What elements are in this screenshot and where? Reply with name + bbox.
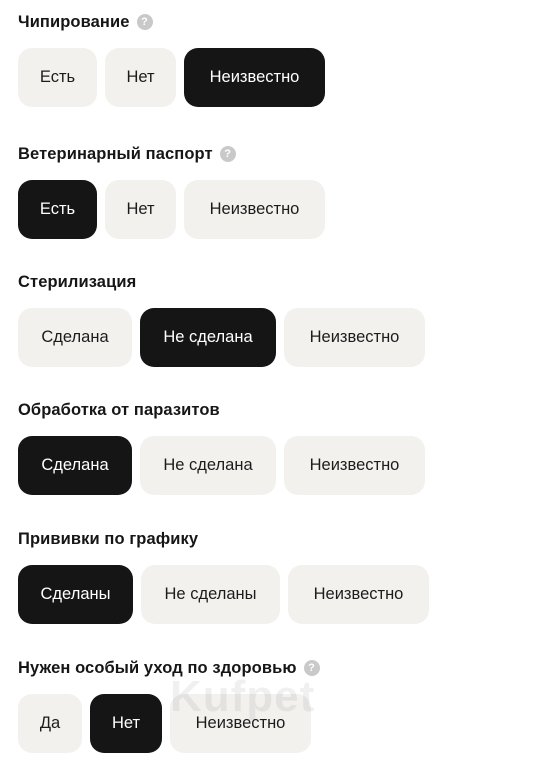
option-button-selected[interactable]: Есть bbox=[18, 180, 97, 239]
section-title-row: Прививки по графику bbox=[18, 527, 429, 551]
option-button[interactable]: Нет bbox=[105, 48, 176, 107]
section-title-row: Чипирование ? bbox=[18, 10, 325, 34]
section-title: Нужен особый уход по здоровью bbox=[18, 658, 297, 677]
option-button-selected[interactable]: Не сделана bbox=[140, 308, 276, 367]
option-button[interactable]: Неизвестно bbox=[184, 180, 325, 239]
section-title-row: Обработка от паразитов bbox=[18, 398, 425, 422]
option-group: Сделаны Не сделаны Неизвестно bbox=[18, 565, 429, 624]
section-title-row: Стерилизация bbox=[18, 270, 425, 294]
option-group: Да Нет Неизвестно bbox=[18, 694, 320, 753]
question-circle-icon[interactable]: ? bbox=[136, 14, 153, 30]
option-group: Сделана Не сделана Неизвестно bbox=[18, 436, 425, 495]
option-group: Есть Нет Неизвестно bbox=[18, 48, 325, 107]
option-group: Сделана Не сделана Неизвестно bbox=[18, 308, 425, 367]
option-button[interactable]: Неизвестно bbox=[170, 694, 311, 753]
option-button-selected[interactable]: Неизвестно bbox=[184, 48, 325, 107]
option-button-selected[interactable]: Нет bbox=[90, 694, 162, 753]
option-button-selected[interactable]: Сделана bbox=[18, 436, 132, 495]
question-circle-icon[interactable]: ? bbox=[219, 146, 236, 162]
option-button[interactable]: Неизвестно bbox=[288, 565, 429, 624]
section-title: Чипирование bbox=[18, 12, 130, 31]
section-special-care: Нужен особый уход по здоровью ? Да Нет Н… bbox=[18, 656, 320, 753]
option-button[interactable]: Не сделана bbox=[140, 436, 276, 495]
option-button[interactable]: Не сделаны bbox=[141, 565, 280, 624]
section-title-row: Нужен особый уход по здоровью ? bbox=[18, 656, 320, 680]
option-button[interactable]: Есть bbox=[18, 48, 97, 107]
section-title: Ветеринарный паспорт bbox=[18, 144, 213, 163]
option-button[interactable]: Сделана bbox=[18, 308, 132, 367]
section-sterilization: Стерилизация Сделана Не сделана Неизвест… bbox=[18, 270, 425, 367]
section-vet-passport: Ветеринарный паспорт ? Есть Нет Неизвест… bbox=[18, 142, 325, 239]
option-group: Есть Нет Неизвестно bbox=[18, 180, 325, 239]
section-chipping: Чипирование ? Есть Нет Неизвестно bbox=[18, 10, 325, 107]
section-title: Прививки по графику bbox=[18, 529, 199, 548]
option-button[interactable]: Неизвестно bbox=[284, 436, 425, 495]
section-title: Стерилизация bbox=[18, 272, 137, 291]
section-title-row: Ветеринарный паспорт ? bbox=[18, 142, 325, 166]
section-vaccinations: Прививки по графику Сделаны Не сделаны Н… bbox=[18, 527, 429, 624]
option-button-selected[interactable]: Сделаны bbox=[18, 565, 133, 624]
option-button[interactable]: Нет bbox=[105, 180, 176, 239]
option-button[interactable]: Неизвестно bbox=[284, 308, 425, 367]
question-circle-icon[interactable]: ? bbox=[303, 660, 320, 676]
section-title: Обработка от паразитов bbox=[18, 400, 220, 419]
section-parasite-treatment: Обработка от паразитов Сделана Не сделан… bbox=[18, 398, 425, 495]
option-button[interactable]: Да bbox=[18, 694, 82, 753]
